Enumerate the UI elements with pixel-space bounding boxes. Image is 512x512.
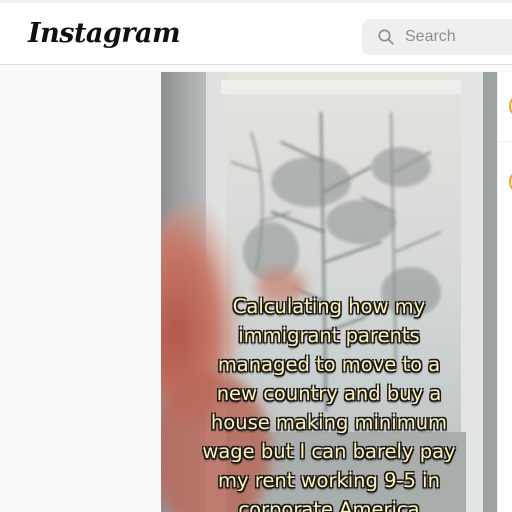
- caption-line: my rent working 9-5 in: [218, 469, 440, 492]
- post-side-panel: [497, 72, 512, 512]
- search-icon: [378, 29, 394, 45]
- post-video[interactable]: Calculating how my immigrant parents man…: [161, 72, 497, 512]
- caption-line: corporate America: [238, 498, 420, 512]
- search-box[interactable]: [362, 19, 512, 55]
- caption-line: managed to move to a: [217, 353, 441, 376]
- caption-line: Calculating how my: [232, 295, 426, 318]
- caption-line: house making minimum: [210, 411, 448, 434]
- caption-line: wage but I can barely pay: [202, 440, 456, 463]
- top-navigation-bar: Instagram: [0, 0, 512, 65]
- video-caption: Calculating how my immigrant parents man…: [161, 292, 497, 512]
- search-input[interactable]: [405, 19, 512, 55]
- caption-line: immigrant parents: [238, 324, 420, 347]
- caption-line: new country and buy a: [216, 382, 442, 405]
- instagram-logo[interactable]: Instagram: [28, 18, 181, 49]
